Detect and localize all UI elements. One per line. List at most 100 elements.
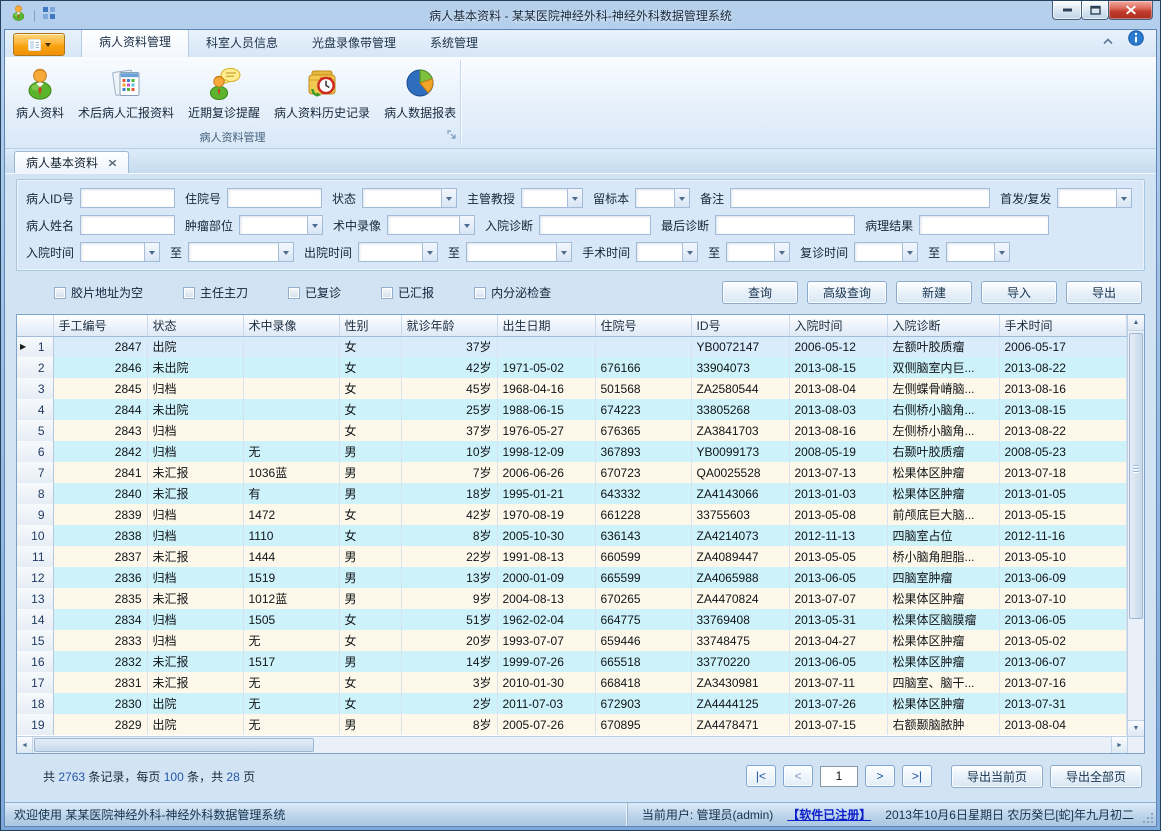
filter-input[interactable] [715, 215, 855, 235]
filter-combo[interactable] [946, 242, 1010, 262]
dialog-launcher-icon[interactable] [446, 129, 457, 145]
vertical-scroll-thumb[interactable] [1129, 333, 1143, 619]
minimize-button[interactable] [1052, 1, 1082, 20]
column-header[interactable]: 性别 [339, 315, 401, 336]
combo-arrow-icon[interactable] [682, 243, 697, 261]
last-page-button[interactable]: >| [902, 765, 932, 787]
ribbon-button-4[interactable]: 病人资料历史记录 [267, 62, 377, 123]
filter-combo[interactable] [387, 215, 475, 235]
filter-combo[interactable] [636, 242, 698, 262]
filter-input[interactable] [227, 188, 322, 208]
column-header[interactable]: 入院时间 [789, 315, 887, 336]
action-button-4[interactable]: 导入 [981, 281, 1057, 304]
table-row[interactable]: 172831未汇报无女3岁2010-01-30668418ZA343098120… [17, 672, 1127, 693]
filter-combo[interactable] [239, 215, 323, 235]
ribbon-button-5[interactable]: 病人数据报表 [377, 62, 463, 123]
action-button-5[interactable]: 导出 [1066, 281, 1142, 304]
horizontal-scroll-thumb[interactable] [34, 738, 314, 752]
ribbon-tab-3[interactable]: 光盘录像带管理 [295, 29, 413, 57]
first-page-button[interactable]: |< [746, 765, 776, 787]
filter-combo[interactable] [358, 242, 438, 262]
horizontal-scrollbar[interactable]: ◄ ► [17, 736, 1127, 753]
table-row[interactable]: 192829出院无男8岁2005-07-26670895ZA4478471201… [17, 714, 1127, 735]
filter-input[interactable] [730, 188, 990, 208]
table-row[interactable]: ▶12847出院女37岁YB00721472006-05-12左额叶胶质瘤200… [17, 336, 1127, 357]
info-icon[interactable] [1128, 30, 1144, 51]
prev-page-button[interactable]: < [783, 765, 813, 787]
combo-arrow-icon[interactable] [1116, 189, 1131, 207]
filter-combo[interactable] [80, 242, 160, 262]
combo-arrow-icon[interactable] [422, 243, 437, 261]
column-header[interactable]: 术中录像 [243, 315, 339, 336]
table-row[interactable]: 62842归档无男10岁1998-12-09367893YB0099173200… [17, 441, 1127, 462]
filter-input[interactable] [80, 215, 175, 235]
table-row[interactable]: 42844未出院女25岁1988-06-15674223338052682013… [17, 399, 1127, 420]
vertical-scrollbar[interactable]: ▲ ▼ [1127, 315, 1144, 736]
column-header[interactable]: 就诊年龄 [401, 315, 497, 336]
next-page-button[interactable]: > [865, 765, 895, 787]
filter-combo[interactable] [635, 188, 690, 208]
collapse-ribbon-icon[interactable] [1102, 32, 1114, 50]
table-row[interactable]: 182830出院无女2岁2011-07-03672903ZA4444125201… [17, 693, 1127, 714]
ribbon-button-1[interactable]: 病人资料 [9, 62, 71, 123]
table-row[interactable]: 32845归档女45岁1968-04-16501568ZA25805442013… [17, 378, 1127, 399]
filter-combo[interactable] [521, 188, 583, 208]
filter-combo[interactable] [466, 242, 572, 262]
combo-arrow-icon[interactable] [674, 189, 689, 207]
action-button-2[interactable]: 高级查询 [807, 281, 887, 304]
page-number-input[interactable]: 1 [820, 766, 858, 787]
table-row[interactable]: 82840未汇报有男18岁1995-01-21643332ZA414306620… [17, 483, 1127, 504]
action-button-1[interactable]: 查询 [722, 281, 798, 304]
filter-input[interactable] [539, 215, 651, 235]
ribbon-tab-4[interactable]: 系统管理 [413, 29, 495, 57]
scroll-up-icon[interactable]: ▲ [1128, 315, 1144, 331]
combo-arrow-icon[interactable] [556, 243, 571, 261]
filter-checkbox-1[interactable]: 胶片地址为空 [54, 284, 143, 301]
table-row[interactable]: 102838归档1110女8岁2005-10-30636143ZA4214073… [17, 525, 1127, 546]
combo-arrow-icon[interactable] [567, 189, 582, 207]
scroll-down-icon[interactable]: ▼ [1128, 720, 1144, 736]
table-row[interactable]: 52843归档女37岁1976-05-27676365ZA38417032013… [17, 420, 1127, 441]
filter-checkbox-3[interactable]: 已复诊 [288, 284, 341, 301]
filter-input[interactable] [919, 215, 1049, 235]
app-menu-button[interactable] [13, 33, 65, 56]
quick-access-icon[interactable] [42, 6, 56, 25]
table-row[interactable]: 142834归档1505女51岁1962-02-0466477533769408… [17, 609, 1127, 630]
combo-arrow-icon[interactable] [278, 243, 293, 261]
combo-arrow-icon[interactable] [774, 243, 789, 261]
column-header[interactable]: 入院诊断 [887, 315, 999, 336]
ribbon-button-3[interactable]: 近期复诊提醒 [181, 62, 267, 123]
scroll-left-icon[interactable]: ◄ [17, 737, 33, 753]
column-header[interactable]: 住院号 [595, 315, 691, 336]
combo-arrow-icon[interactable] [459, 216, 474, 234]
filter-checkbox-2[interactable]: 主任主刀 [183, 284, 248, 301]
resize-grip-icon[interactable] [1142, 812, 1153, 823]
filter-input[interactable] [80, 188, 175, 208]
combo-arrow-icon[interactable] [994, 243, 1009, 261]
column-header[interactable]: 出生日期 [497, 315, 595, 336]
table-row[interactable]: 92839归档1472女42岁1970-08-19661228337556032… [17, 504, 1127, 525]
column-header[interactable]: 手工编号 [53, 315, 147, 336]
column-header[interactable]: 手术时间 [999, 315, 1127, 336]
ribbon-tab-1[interactable]: 病人资料管理 [81, 29, 189, 57]
table-row[interactable]: 122836归档1519男13岁2000-01-09665599ZA406598… [17, 567, 1127, 588]
document-tab[interactable]: 病人基本资料 [14, 151, 129, 173]
combo-arrow-icon[interactable] [441, 189, 456, 207]
export-current-page-button[interactable]: 导出当前页 [951, 765, 1043, 788]
maximize-button[interactable] [1081, 1, 1109, 20]
ribbon-button-2[interactable]: 术后病人汇报资料 [71, 62, 181, 123]
filter-combo[interactable] [362, 188, 457, 208]
filter-checkbox-4[interactable]: 已汇报 [381, 284, 434, 301]
column-header[interactable]: ID号 [691, 315, 789, 336]
column-header[interactable]: 状态 [147, 315, 243, 336]
table-row[interactable]: 22846未出院女42岁1971-05-02676166339040732013… [17, 357, 1127, 378]
filter-combo[interactable] [854, 242, 918, 262]
ribbon-tab-2[interactable]: 科室人员信息 [189, 29, 295, 57]
combo-arrow-icon[interactable] [307, 216, 322, 234]
tab-close-icon[interactable] [108, 156, 117, 170]
combo-arrow-icon[interactable] [144, 243, 159, 261]
filter-checkbox-5[interactable]: 内分泌检查 [474, 284, 551, 301]
filter-combo[interactable] [1057, 188, 1132, 208]
export-all-pages-button[interactable]: 导出全部页 [1050, 765, 1142, 788]
registered-link[interactable]: 【软件已注册】 [787, 806, 871, 823]
